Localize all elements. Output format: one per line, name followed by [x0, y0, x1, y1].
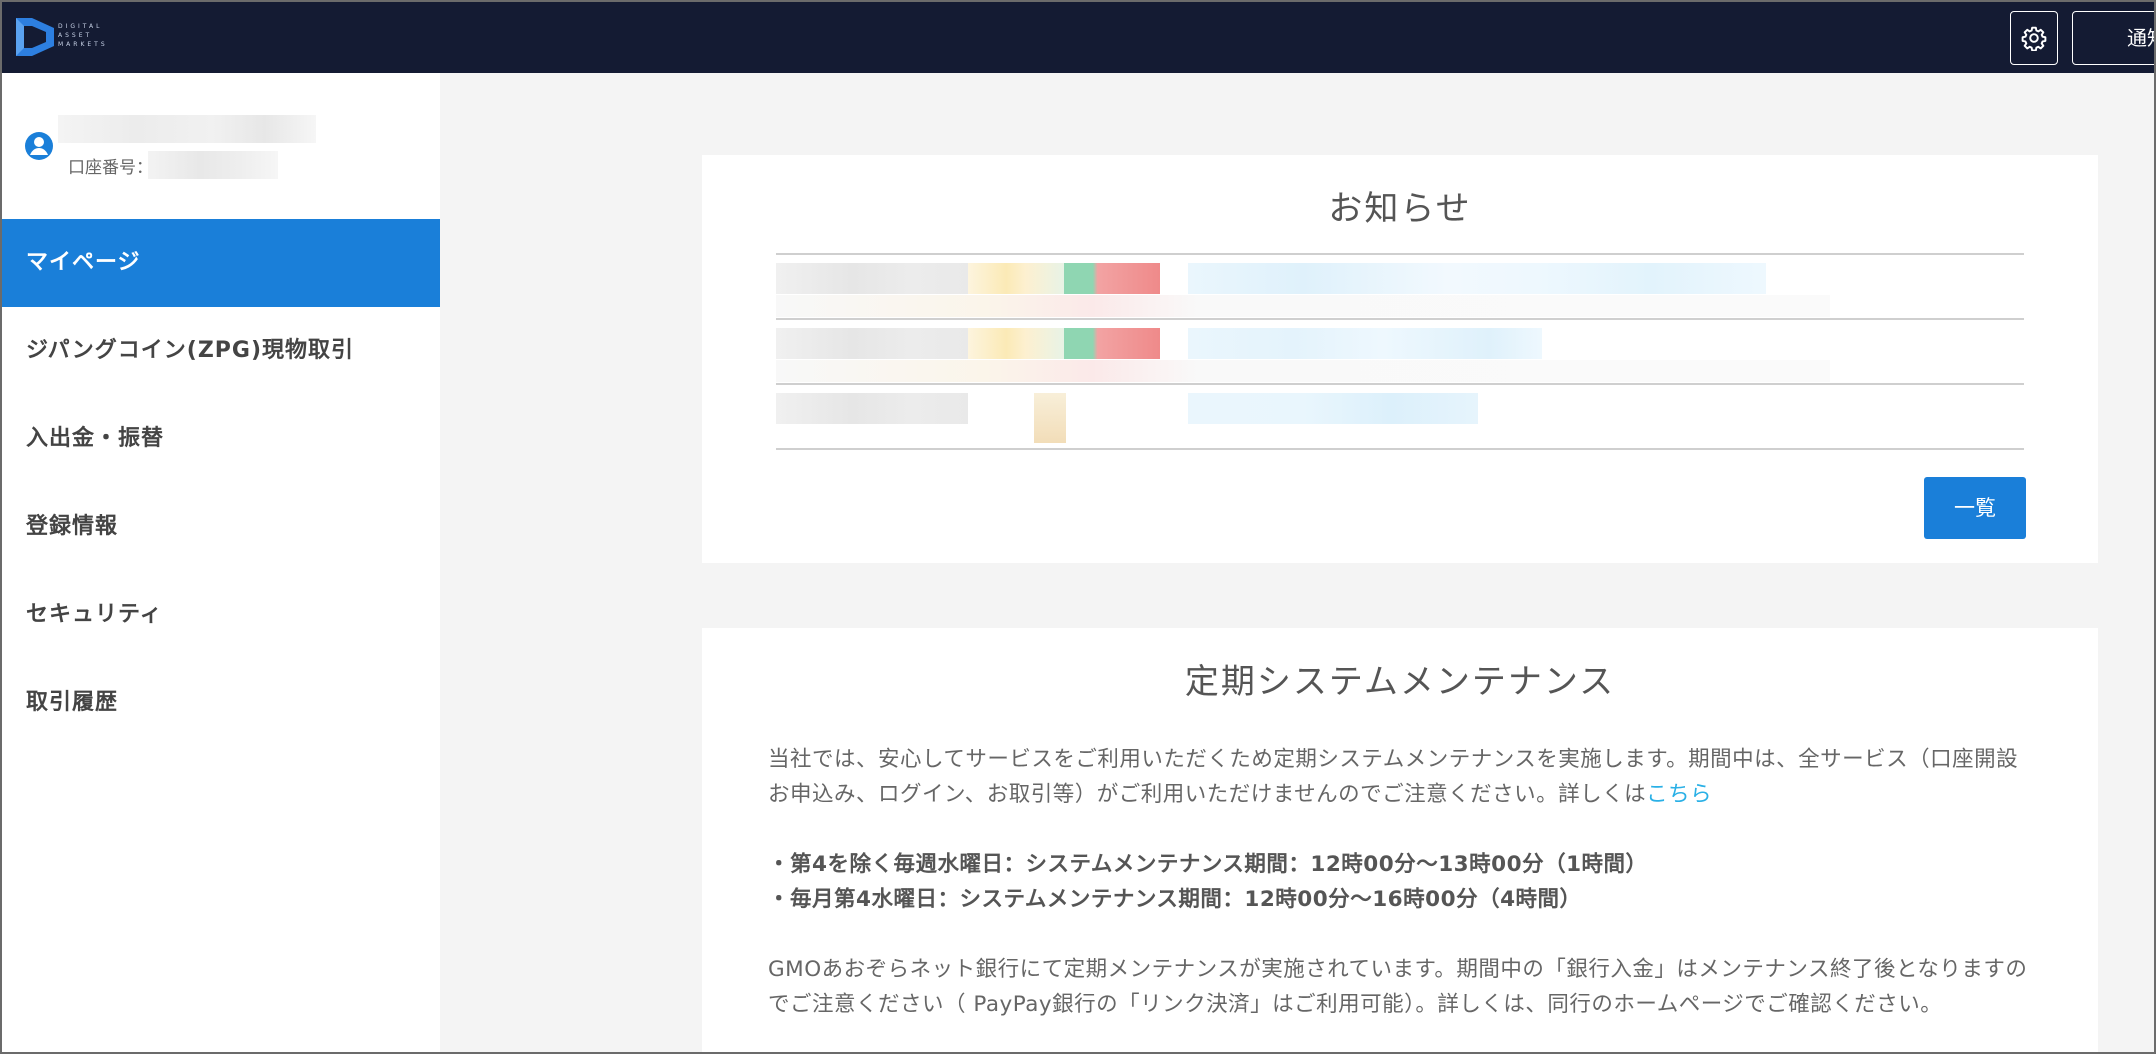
- maintenance-card: 定期システムメンテナンス 当社では、安心してサービスをご利用いただくため定期シス…: [702, 628, 2098, 1052]
- sidebar: 口座番号： マイページ ジパングコイン(ZPG)現物取引 入出金・振替 登録情報…: [2, 73, 440, 1052]
- news-item[interactable]: [776, 320, 2024, 385]
- news-subline-redacted: [776, 360, 1830, 382]
- news-heading-redacted: [1188, 263, 1766, 294]
- maintenance-bank-note: GMOあおぞらネット銀行にて定期メンテナンスが実施されています。期間中の「銀行入…: [768, 957, 2028, 1017]
- brand-logo[interactable]: DIGITAL ASSET MARKETS: [14, 14, 114, 62]
- news-subline-redacted: [776, 295, 1830, 317]
- app-frame: DIGITAL ASSET MARKETS 通知 口座番号： マイペ: [0, 0, 2156, 1054]
- maintenance-title: 定期システムメンテナンス: [1184, 662, 1616, 702]
- news-heading-redacted: [1188, 328, 1542, 359]
- news-date-redacted: [776, 328, 968, 359]
- maintenance-schedule: ・第4を除く毎週水曜日：システムメンテナンス期間：12時00分～13時00分（1…: [768, 847, 2038, 917]
- sidebar-item-history[interactable]: 取引履歴: [2, 659, 440, 747]
- news-tag-redacted: [1064, 328, 1160, 359]
- news-item[interactable]: [776, 385, 2024, 450]
- account-number-redacted: [148, 151, 278, 179]
- logo-line: MARKETS: [58, 41, 108, 48]
- news-list: [776, 253, 2024, 450]
- top-bar: DIGITAL ASSET MARKETS 通知: [2, 2, 2154, 73]
- maintenance-intro-text: 当社では、安心してサービスをご利用いただくため定期システムメンテナンスを実施しま…: [768, 747, 2019, 807]
- settings-button[interactable]: [2010, 11, 2058, 65]
- sidebar-item-zpg-trade[interactable]: ジパングコイン(ZPG)現物取引: [2, 307, 440, 395]
- news-tag-redacted: [1034, 393, 1066, 443]
- news-list-button[interactable]: 一覧: [1924, 477, 2026, 539]
- news-tag-redacted: [1064, 263, 1160, 294]
- news-tag-redacted: [968, 328, 1064, 359]
- sidebar-item-deposit-withdraw[interactable]: 入出金・振替: [2, 395, 440, 483]
- sidebar-nav: マイページ ジパングコイン(ZPG)現物取引 入出金・振替 登録情報 セキュリテ…: [2, 219, 440, 747]
- maintenance-schedule-monthly: ・毎月第4水曜日：システムメンテナンス期間：12時00分～16時00分（4時間）: [768, 887, 1582, 912]
- news-tag-redacted: [968, 263, 1064, 294]
- sidebar-item-security[interactable]: セキュリティ: [2, 571, 440, 659]
- user-circle-icon: [25, 132, 53, 160]
- logo-line: DIGITAL: [58, 23, 103, 30]
- news-item[interactable]: [776, 255, 2024, 320]
- maintenance-details-link[interactable]: こちら: [1646, 782, 1712, 807]
- maintenance-body: 当社では、安心してサービスをご利用いただくため定期システムメンテナンスを実施しま…: [768, 742, 2038, 1022]
- news-title: お知らせ: [1328, 189, 1472, 229]
- notification-button[interactable]: 通知: [2072, 11, 2154, 65]
- user-info: 口座番号：: [24, 115, 424, 195]
- news-card: お知らせ 一覧: [702, 155, 2098, 563]
- account-number-label: 口座番号：: [68, 158, 153, 178]
- user-name-redacted: [58, 115, 316, 143]
- sidebar-item-registration[interactable]: 登録情報: [2, 483, 440, 571]
- logo-wordmark: DIGITAL ASSET MARKETS: [58, 22, 118, 49]
- maintenance-intro: 当社では、安心してサービスをご利用いただくため定期システムメンテナンスを実施しま…: [768, 742, 2038, 812]
- news-heading-redacted: [1188, 393, 1478, 424]
- gear-icon: [2021, 26, 2047, 51]
- news-date-redacted: [776, 393, 968, 424]
- sidebar-item-mypage[interactable]: マイページ: [2, 219, 440, 307]
- logo-line: ASSET: [58, 32, 93, 39]
- maintenance-schedule-weekly: ・第4を除く毎週水曜日：システムメンテナンス期間：12時00分～13時00分（1…: [768, 852, 1648, 877]
- news-date-redacted: [776, 263, 968, 294]
- logo-mark-icon: [16, 18, 54, 56]
